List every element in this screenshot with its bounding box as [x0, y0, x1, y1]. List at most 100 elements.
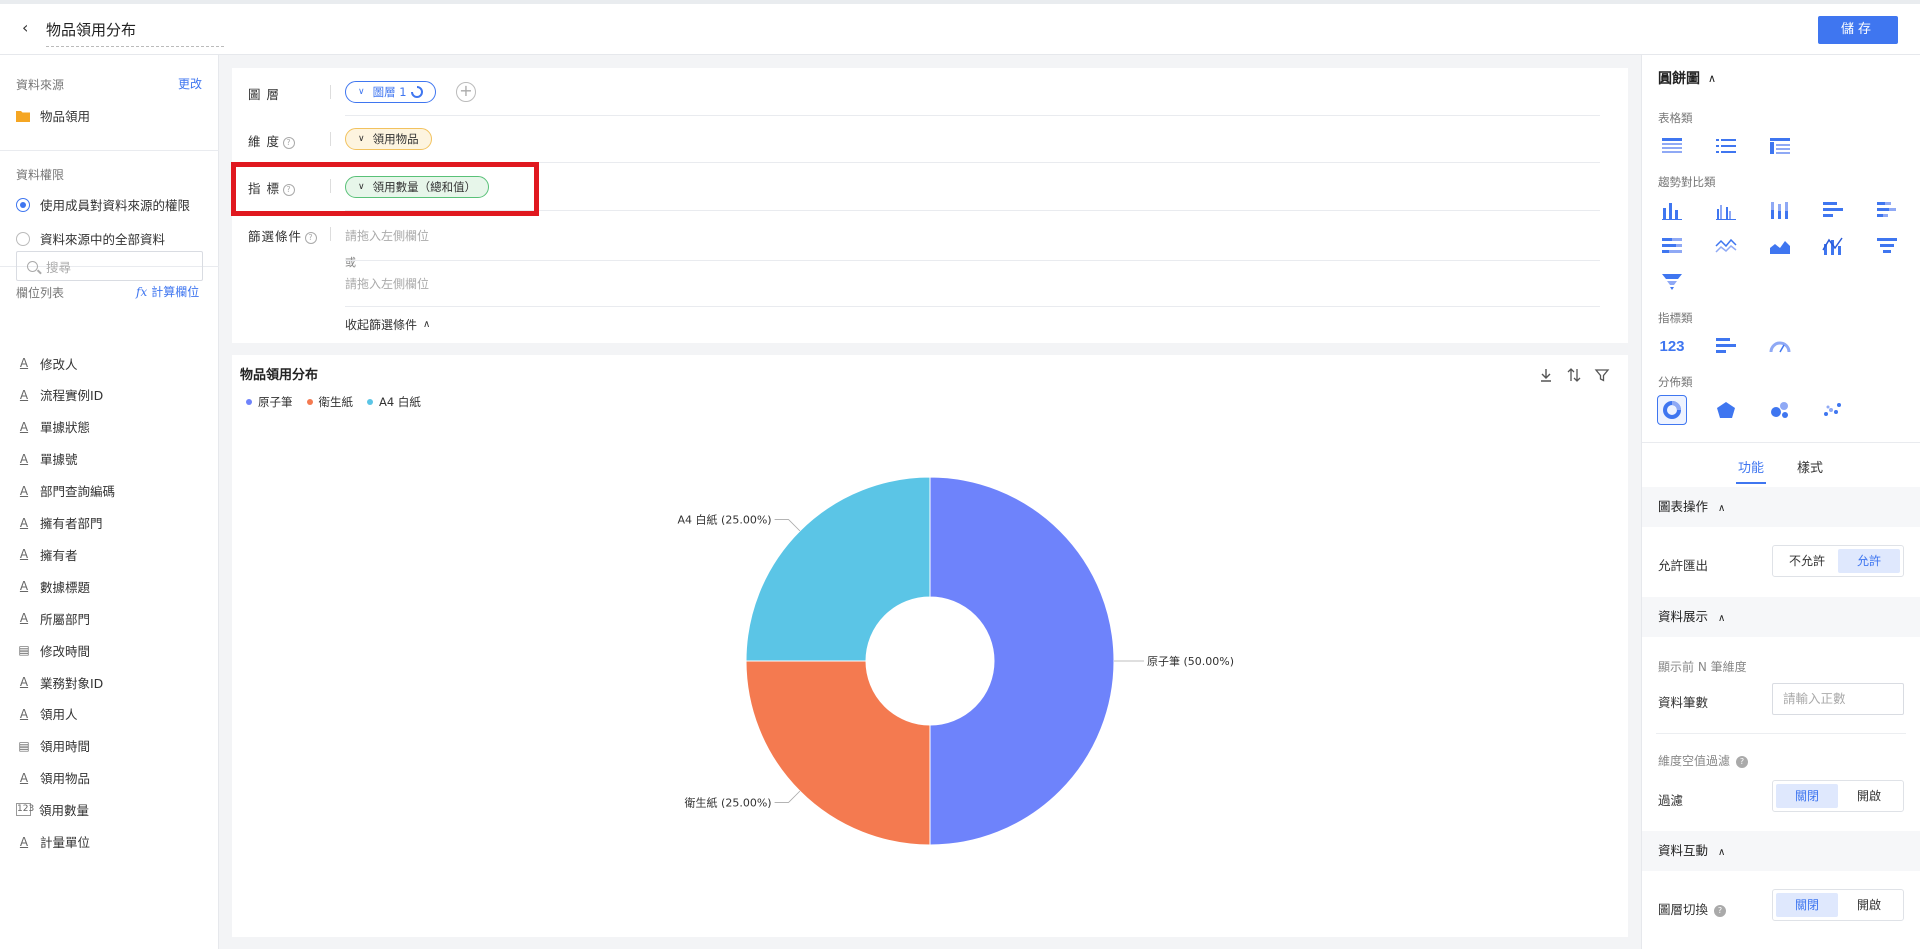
- help-icon[interactable]: ?: [305, 231, 318, 244]
- highlight-box: [231, 162, 539, 216]
- divider: [1642, 442, 1920, 443]
- help-icon[interactable]: ?: [1736, 755, 1749, 768]
- chart-type-header[interactable]: 圓餅圖 ∧: [1658, 68, 1716, 88]
- text-type-icon: A: [19, 419, 29, 434]
- allow-export-label: 允許匯出: [1658, 558, 1709, 573]
- list-chart-icon[interactable]: [1711, 131, 1741, 161]
- field-item[interactable]: ▤ 修改時間: [16, 640, 90, 660]
- field-label: 領用數量: [39, 803, 90, 819]
- help-icon[interactable]: ?: [1714, 904, 1727, 917]
- area-chart-icon[interactable]: [1765, 231, 1795, 261]
- filter-label-group: 篩選條件?: [248, 226, 318, 245]
- save-button[interactable]: 儲存: [1818, 16, 1898, 44]
- collapse-label: 收起篩選條件: [345, 318, 418, 332]
- divider: [0, 150, 219, 151]
- collapse-filter-button[interactable]: 收起篩選條件 ∧: [345, 316, 430, 333]
- progress-bar-icon[interactable]: [1711, 331, 1741, 361]
- number-card-icon[interactable]: 123: [1657, 331, 1687, 361]
- pie-slice[interactable]: [929, 476, 1115, 846]
- text-type-icon: A: [19, 706, 29, 721]
- help-icon[interactable]: ?: [282, 136, 295, 149]
- pie-slice[interactable]: [745, 660, 931, 846]
- field-item[interactable]: A 流程實例ID: [16, 385, 103, 405]
- active-tab-indicator: [1736, 482, 1766, 484]
- percent-bar-icon[interactable]: [1657, 231, 1687, 261]
- permission-option-member[interactable]: 使用成員對資料來源的權限: [16, 195, 190, 214]
- permission-option-all[interactable]: 資料來源中的全部資料: [16, 229, 165, 248]
- field-item[interactable]: A 領用人: [16, 704, 78, 724]
- search-placeholder: 搜尋: [46, 259, 72, 275]
- separator: [330, 132, 331, 146]
- layer-switch-toggle: 關閉 開啟: [1772, 889, 1904, 921]
- field-item[interactable]: A 所屬部門: [16, 608, 90, 628]
- folder-icon: [16, 110, 30, 122]
- gauge-chart-icon[interactable]: [1765, 331, 1795, 361]
- field-item[interactable]: A 擁有者: [16, 544, 78, 564]
- column-chart-icon[interactable]: [1657, 195, 1687, 225]
- field-item[interactable]: A 領用物品: [16, 768, 90, 788]
- bar-chart-icon[interactable]: [1818, 195, 1848, 225]
- line-chart-icon[interactable]: [1711, 231, 1741, 261]
- field-item[interactable]: A 單據號: [16, 449, 78, 469]
- divider: [345, 115, 1600, 116]
- bubble-chart-icon[interactable]: [1765, 395, 1795, 425]
- stacked-bar-icon[interactable]: [1872, 195, 1902, 225]
- add-layer-button[interactable]: +: [456, 82, 476, 102]
- number-type-icon: 123: [16, 803, 35, 817]
- pyramid-chart-icon[interactable]: [1657, 267, 1687, 297]
- null-filter-toggle: 關閉 開啟: [1772, 780, 1904, 812]
- separator: [330, 227, 331, 241]
- field-item[interactable]: A 數據標題: [16, 576, 90, 596]
- dimension-pill[interactable]: ∨ 領用物品: [345, 128, 432, 150]
- field-search-input[interactable]: 搜尋: [16, 251, 203, 281]
- pivot-table-icon[interactable]: [1765, 131, 1795, 161]
- label-leader-line: [774, 519, 801, 532]
- combo-chart-icon[interactable]: [1818, 231, 1848, 261]
- top-bar: ‹ 物品領用分布 儲存: [0, 0, 1920, 55]
- toggle-on-option[interactable]: 開啟: [1838, 893, 1900, 917]
- funnel-chart-icon[interactable]: [1872, 231, 1902, 261]
- page-title[interactable]: 物品領用分布: [46, 19, 224, 47]
- export-disallow-option[interactable]: 不允許: [1776, 549, 1838, 573]
- layer-switch-label: 圖層切換: [1658, 902, 1709, 917]
- data-source-item[interactable]: 物品領用: [16, 106, 90, 125]
- export-toggle: 不允許 允許: [1772, 545, 1904, 577]
- table-chart-icon[interactable]: [1657, 131, 1687, 161]
- filter-drop-zone-2[interactable]: 請拖入左側欄位: [345, 275, 429, 292]
- toggle-on-option[interactable]: 開啟: [1838, 784, 1900, 808]
- scatter-chart-icon[interactable]: [1818, 395, 1848, 425]
- field-item[interactable]: A 計量單位: [16, 832, 90, 852]
- grouped-column-icon[interactable]: [1711, 195, 1741, 225]
- filter-drop-zone-1[interactable]: 請拖入左側欄位: [345, 227, 429, 244]
- stacked-column-icon[interactable]: [1765, 195, 1795, 225]
- label-leader-line: [774, 790, 801, 803]
- divider: [1656, 733, 1906, 734]
- section-title: 資料互動: [1658, 843, 1709, 858]
- separator: [330, 85, 331, 99]
- change-source-link[interactable]: 更改: [178, 75, 202, 92]
- export-allow-option[interactable]: 允許: [1838, 549, 1900, 573]
- field-item[interactable]: A 擁有者部門: [16, 513, 103, 533]
- field-item[interactable]: A 修改人: [16, 353, 78, 373]
- toggle-off-option[interactable]: 關閉: [1776, 893, 1838, 917]
- chart-ops-section[interactable]: 圖表操作 ∧: [1642, 487, 1920, 527]
- radar-chart-icon[interactable]: [1711, 395, 1741, 425]
- donut-chart-icon[interactable]: [1657, 395, 1687, 425]
- field-item[interactable]: A 部門查詢編碼: [16, 481, 115, 501]
- data-source-label: 資料來源: [16, 78, 65, 92]
- field-item[interactable]: A 單據狀態: [16, 417, 90, 437]
- tab-style[interactable]: 樣式: [1797, 457, 1823, 476]
- field-item[interactable]: ▤ 領用時間: [16, 736, 90, 756]
- field-item[interactable]: 123 領用數量: [16, 800, 89, 820]
- pie-slice[interactable]: [745, 476, 931, 662]
- row-count-input[interactable]: 請輸入正數: [1772, 683, 1904, 715]
- calc-field-link[interactable]: fx 計算欄位: [136, 283, 199, 300]
- toggle-off-option[interactable]: 關閉: [1776, 784, 1838, 808]
- filter-toggle-label: 過濾: [1658, 793, 1684, 808]
- layer-pill[interactable]: ∨ 圖層 1: [345, 81, 436, 103]
- data-display-section[interactable]: 資料展示 ∧: [1642, 597, 1920, 637]
- back-icon[interactable]: ‹: [22, 18, 28, 37]
- field-item[interactable]: A 業務對象ID: [16, 672, 103, 692]
- tab-function[interactable]: 功能: [1738, 457, 1764, 476]
- interaction-section[interactable]: 資料互動 ∧: [1642, 831, 1920, 871]
